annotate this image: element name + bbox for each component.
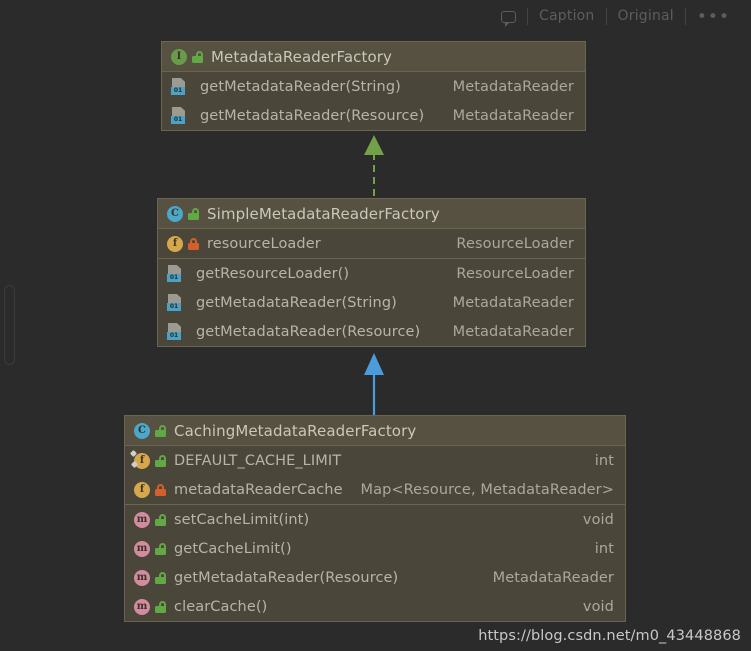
lock-open-icon xyxy=(155,513,166,526)
member-row[interactable]: 01 getMetadataReader(String) MetadataRea… xyxy=(158,288,585,317)
comment-button[interactable] xyxy=(490,7,527,27)
member-type: int xyxy=(594,540,614,557)
abstract-method-icon: 01 xyxy=(167,294,183,311)
method-section: m setCacheLimit(int) void m getCacheLimi… xyxy=(125,504,625,621)
member-row[interactable]: m clearCache() void xyxy=(125,592,625,621)
member-name: DEFAULT_CACHE_LIMIT xyxy=(174,452,342,469)
member-type: MetadataReader xyxy=(492,569,614,586)
vertical-scrollbar[interactable] xyxy=(4,285,15,365)
abstract-method-icon: 01 xyxy=(171,107,187,124)
member-type: void xyxy=(582,598,614,615)
lock-closed-icon xyxy=(188,237,199,250)
member-name: resourceLoader xyxy=(207,235,321,252)
static-field-icon: f xyxy=(134,452,150,469)
top-toolbar: Caption Original ••• xyxy=(0,0,751,33)
member-row[interactable]: 01 getMetadataReader(Resource) MetadataR… xyxy=(158,317,585,346)
member-type: MetadataReader xyxy=(452,323,574,340)
class-name: CachingMetadataReaderFactory xyxy=(174,421,417,440)
original-button[interactable]: Original xyxy=(607,7,685,27)
watermark-text: https://blog.csdn.net/m0_43448868 xyxy=(478,628,741,644)
abstract-method-icon: 01 xyxy=(167,323,183,340)
field-section: f DEFAULT_CACHE_LIMIT int f metadataRead… xyxy=(125,446,625,504)
member-name: getResourceLoader() xyxy=(196,265,350,282)
member-name: getMetadataReader(String) xyxy=(200,78,401,95)
abstract-method-icon: 01 xyxy=(171,78,187,95)
member-type: int xyxy=(594,452,614,469)
member-name: getCacheLimit() xyxy=(174,540,292,557)
member-row[interactable]: 01 getMetadataReader(Resource) MetadataR… xyxy=(162,101,585,130)
member-row[interactable]: m setCacheLimit(int) void xyxy=(125,505,625,534)
method-icon: m xyxy=(134,569,150,586)
interface-icon: I xyxy=(171,48,187,65)
class-name: MetadataReaderFactory xyxy=(211,47,393,66)
member-row[interactable]: f metadataReaderCache Map<Resource, Meta… xyxy=(125,475,625,504)
member-name: getMetadataReader(String) xyxy=(196,294,397,311)
field-icon: f xyxy=(167,235,183,252)
more-dots-icon: ••• xyxy=(696,6,730,27)
member-type: MetadataReader xyxy=(452,294,574,311)
class-header[interactable]: C SimpleMetadataReaderFactory xyxy=(158,199,585,229)
lock-open-icon xyxy=(155,571,166,584)
member-name: getMetadataReader(Resource) xyxy=(196,323,421,340)
member-name: getMetadataReader(Resource) xyxy=(174,569,399,586)
lock-open-icon xyxy=(155,424,166,437)
class-header[interactable]: I MetadataReaderFactory xyxy=(162,42,585,72)
member-type: MetadataReader xyxy=(452,78,574,95)
method-icon: m xyxy=(134,540,150,557)
caption-button[interactable]: Caption xyxy=(528,7,605,27)
member-name: metadataReaderCache xyxy=(174,481,343,498)
method-icon: m xyxy=(134,511,150,528)
member-row[interactable]: 01 getResourceLoader() ResourceLoader xyxy=(158,259,585,288)
member-name: getMetadataReader(Resource) xyxy=(200,107,425,124)
member-type: MetadataReader xyxy=(452,107,574,124)
member-row[interactable]: m getMetadataReader(Resource) MetadataRe… xyxy=(125,563,625,592)
method-icon: m xyxy=(134,598,150,615)
member-type: ResourceLoader xyxy=(456,265,574,282)
lock-open-icon xyxy=(155,600,166,613)
member-row[interactable]: f DEFAULT_CACHE_LIMIT int xyxy=(125,446,625,475)
member-row[interactable]: m getCacheLimit() int xyxy=(125,534,625,563)
class-box-metadata-reader-factory[interactable]: I MetadataReaderFactory 01 getMetadataRe… xyxy=(161,41,586,131)
member-type: ResourceLoader xyxy=(456,235,574,252)
method-section: 01 getMetadataReader(String) MetadataRea… xyxy=(162,72,585,130)
class-box-caching-metadata-reader-factory[interactable]: C CachingMetadataReaderFactory f DEFAULT… xyxy=(124,415,626,622)
class-header[interactable]: C CachingMetadataReaderFactory xyxy=(125,416,625,446)
lock-closed-icon xyxy=(155,483,166,496)
lock-open-icon xyxy=(155,454,166,467)
extends-arrow xyxy=(364,353,384,416)
class-box-simple-metadata-reader-factory[interactable]: C SimpleMetadataReaderFactory f resource… xyxy=(157,198,586,347)
member-name: setCacheLimit(int) xyxy=(174,511,310,528)
abstract-method-icon: 01 xyxy=(167,265,183,282)
more-options-button[interactable]: ••• xyxy=(686,7,741,27)
implements-arrow xyxy=(364,135,384,196)
field-section: f resourceLoader ResourceLoader xyxy=(158,229,585,258)
member-row[interactable]: f resourceLoader ResourceLoader xyxy=(158,229,585,258)
class-icon: C xyxy=(134,422,150,439)
lock-open-icon xyxy=(155,542,166,555)
method-section: 01 getResourceLoader() ResourceLoader 01… xyxy=(158,258,585,346)
speech-bubble-icon xyxy=(501,10,517,27)
lock-open-icon xyxy=(192,50,203,63)
class-icon: C xyxy=(167,205,183,222)
member-type: void xyxy=(582,511,614,528)
class-name: SimpleMetadataReaderFactory xyxy=(207,204,440,223)
member-row[interactable]: 01 getMetadataReader(String) MetadataRea… xyxy=(162,72,585,101)
field-icon: f xyxy=(134,481,150,498)
member-name: clearCache() xyxy=(174,598,268,615)
lock-open-icon xyxy=(188,207,199,220)
member-type: Map<Resource, MetadataReader> xyxy=(360,481,614,498)
uml-diagram-canvas[interactable]: I MetadataReaderFactory 01 getMetadataRe… xyxy=(0,33,751,651)
